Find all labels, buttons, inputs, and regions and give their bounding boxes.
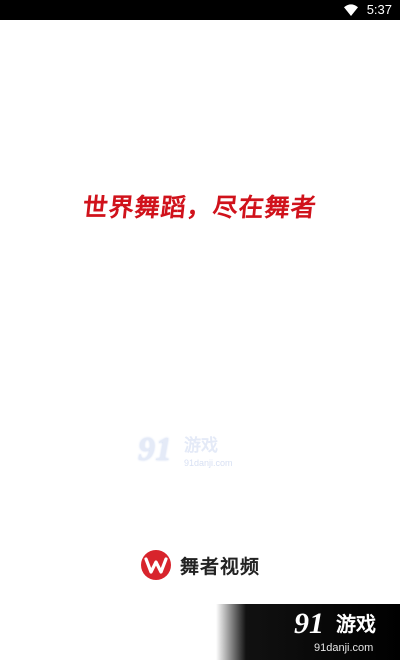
watermark-logo-number: 91 (138, 431, 172, 468)
status-bar: 5:37 (0, 0, 400, 20)
status-time: 5:37 (366, 2, 392, 17)
wifi-icon (344, 4, 358, 16)
app-brand: 舞者视频 (140, 549, 260, 581)
brand-name: 舞者视频 (180, 555, 261, 578)
corner-url: 91danji.com (314, 642, 374, 654)
corner-title: 游戏 (336, 612, 376, 636)
watermark-url: 91danji.com (184, 458, 233, 468)
watermark-91danji: 91 游戏 91danji.com (138, 432, 248, 476)
watermark-title: 游戏 (184, 436, 218, 456)
splash-slogan: 世界舞蹈，尽在舞者 (81, 194, 319, 222)
corner-watermark-banner: 91 游戏 91danji.com (216, 604, 400, 660)
wuzhe-logo-icon (141, 550, 171, 580)
corner-logo-number: 91 (294, 607, 324, 640)
